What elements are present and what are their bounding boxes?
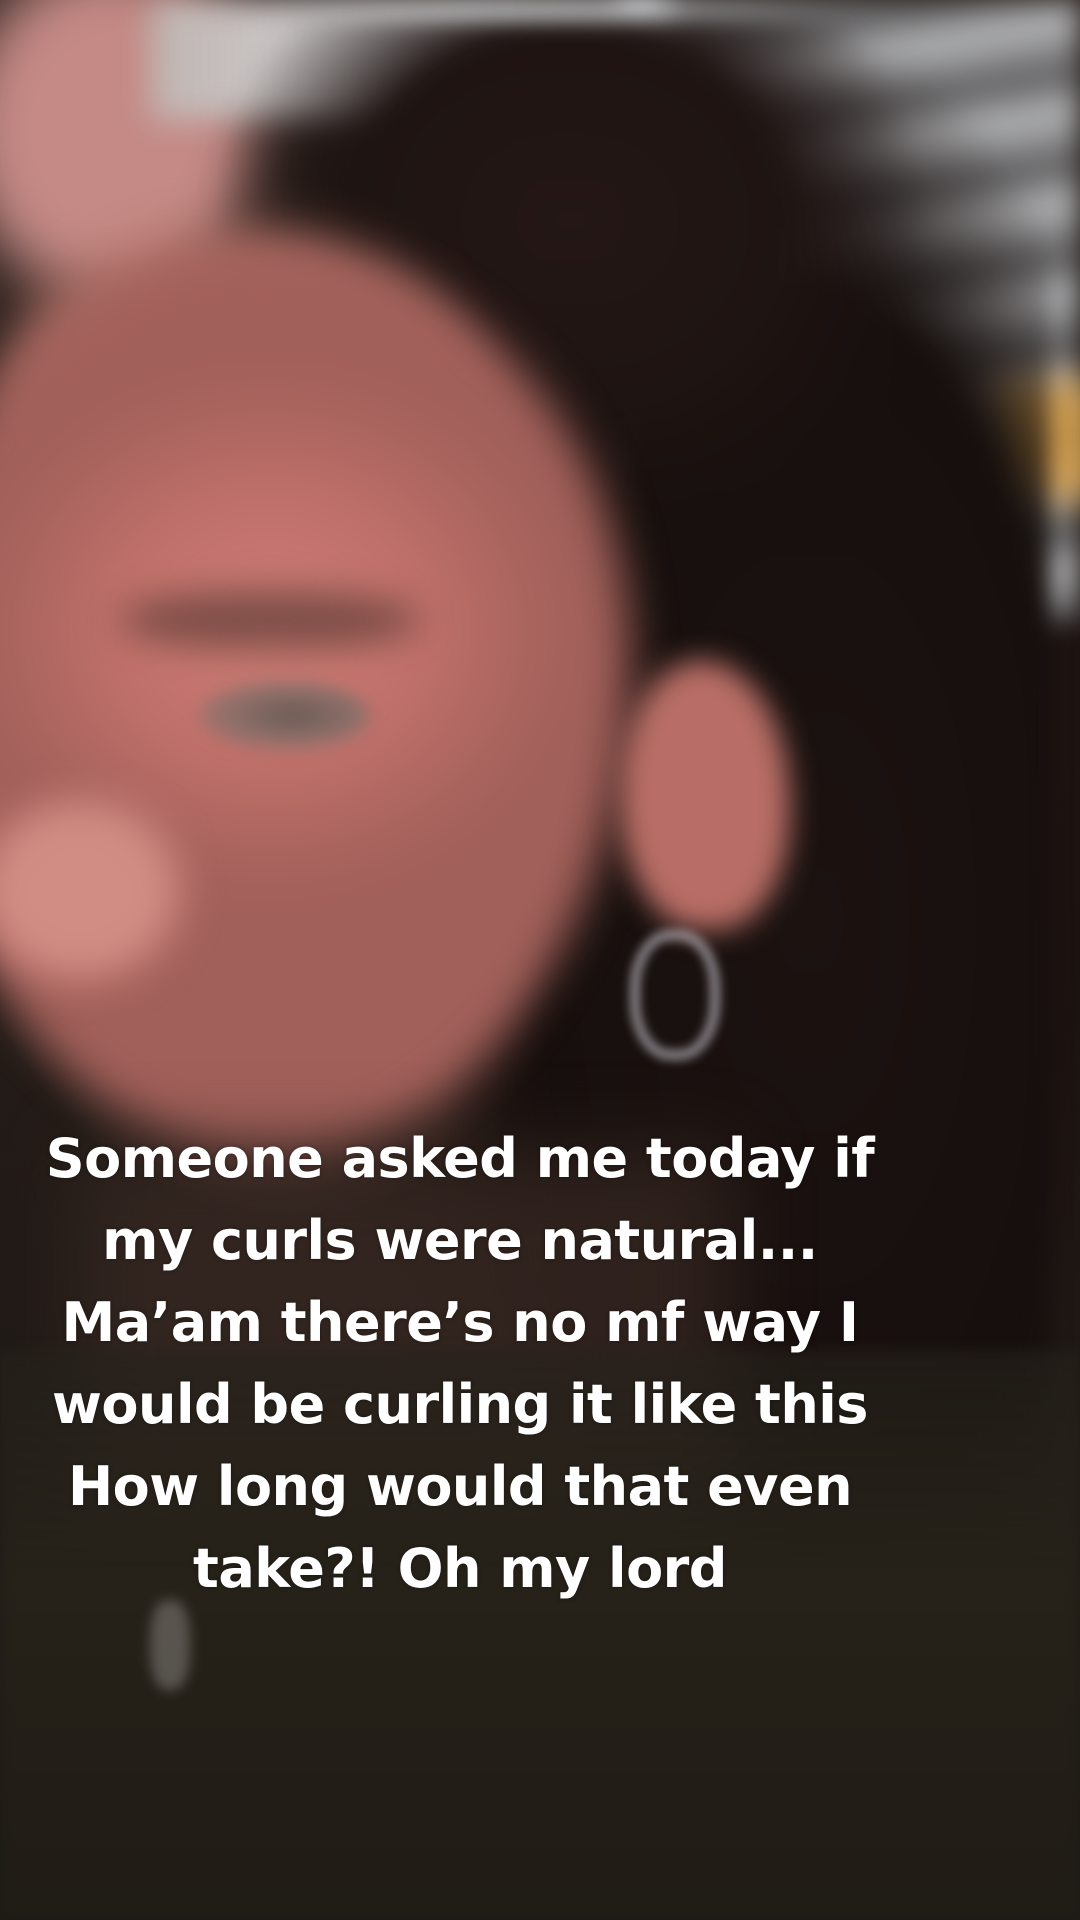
caption-line: my curls were natural...: [102, 1209, 818, 1272]
caption-line: How long would that even: [67, 1455, 853, 1518]
caption-overlay: Someone asked me today if my curls were …: [0, 1118, 920, 1610]
eye: [200, 680, 370, 750]
caption-line: take?! Oh my lord: [193, 1537, 727, 1600]
earring: [630, 930, 720, 1060]
caption-line: Someone asked me today if: [45, 1127, 875, 1190]
video-frame: Someone asked me today if my curls were …: [0, 0, 1080, 1920]
caption-line: would be curling it like this: [52, 1373, 868, 1436]
caption-line: Ma’am there’s no mf way I: [61, 1291, 859, 1354]
zipper: [150, 1600, 190, 1690]
eyebrow: [120, 590, 420, 650]
